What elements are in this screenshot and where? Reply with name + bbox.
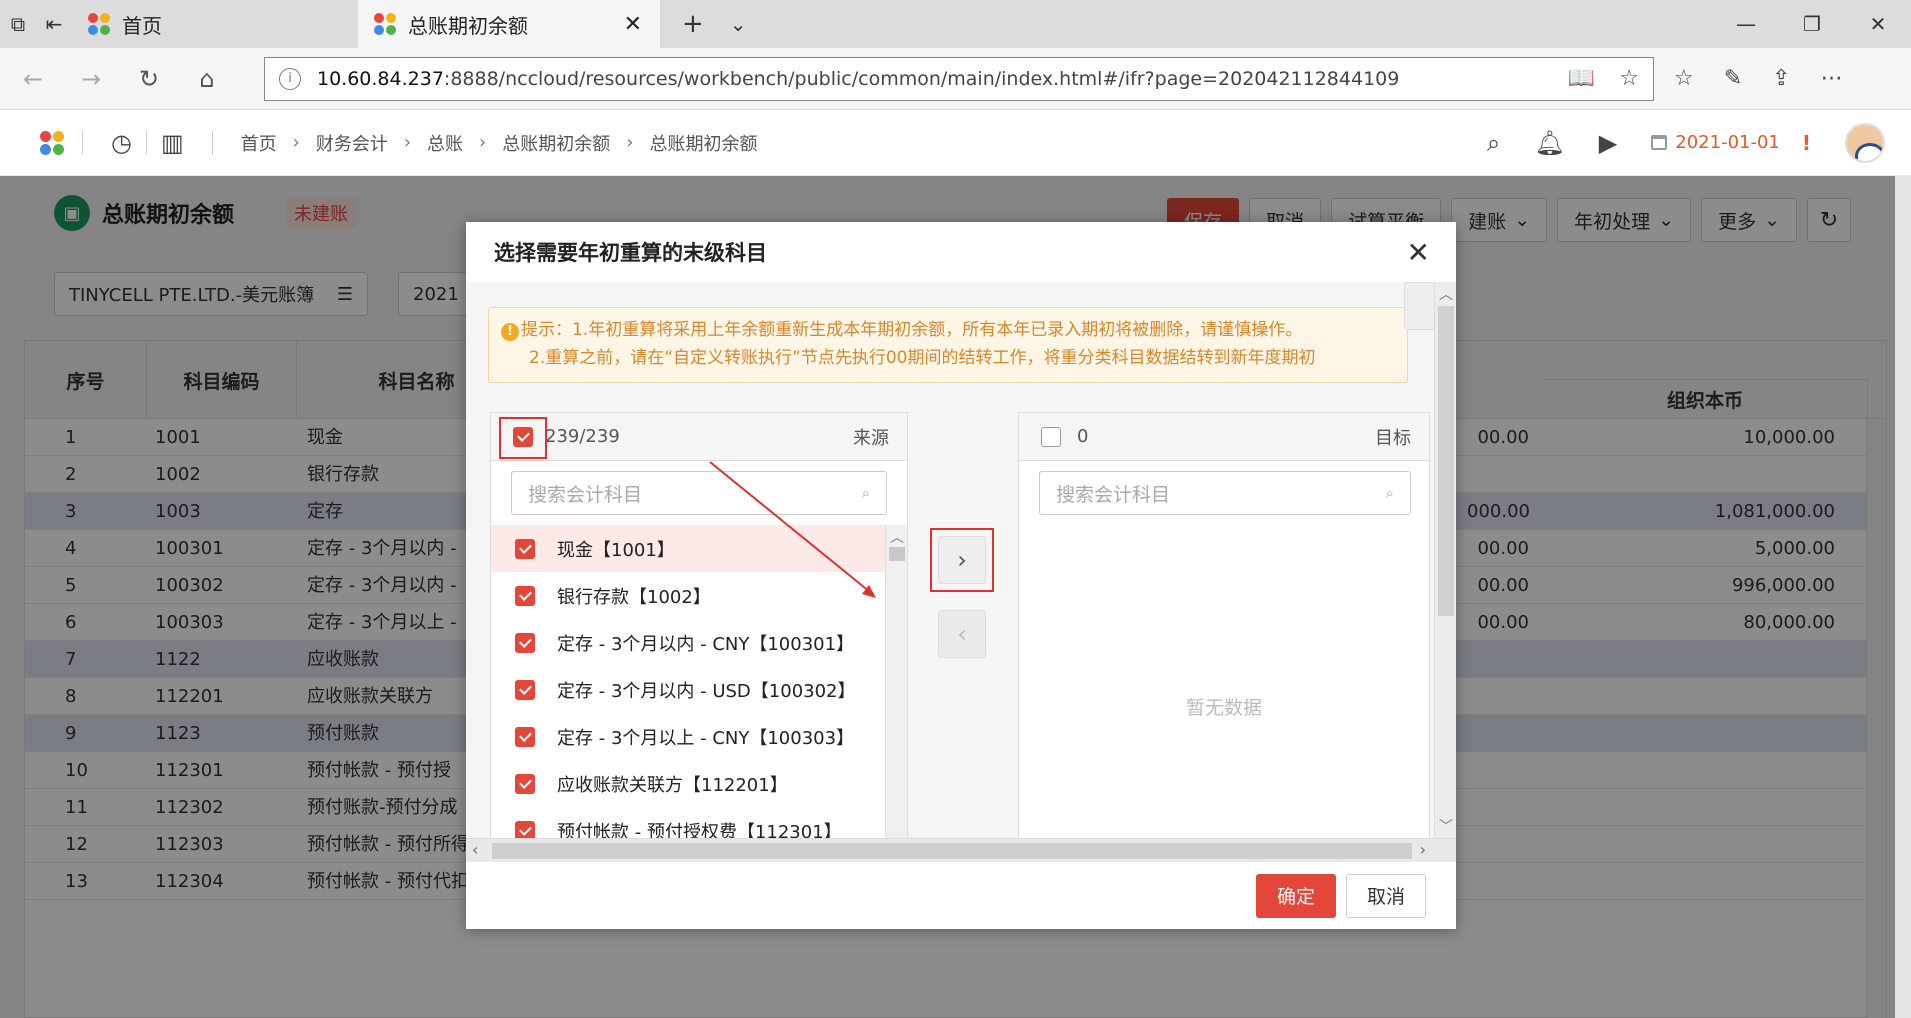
chevron-right-icon[interactable]: ›: [1420, 840, 1426, 859]
divider: [211, 130, 213, 155]
dialog-title: 选择需要年初重算的末级科目: [494, 241, 767, 265]
chevron-down-icon[interactable]: ⌄: [730, 12, 747, 36]
bell-icon[interactable]: 🔔︎: [1534, 129, 1564, 157]
more-icon[interactable]: ⋯: [1821, 66, 1843, 91]
business-date[interactable]: 2021-01-01: [1651, 132, 1780, 153]
breadcrumb-item[interactable]: 总账期初余额: [502, 130, 610, 156]
forward-icon[interactable]: →: [62, 65, 120, 93]
restore-icon[interactable]: ❐: [1779, 0, 1845, 48]
chevron-up-icon[interactable]: ︿: [1435, 284, 1456, 304]
reading-view-icon[interactable]: 📖: [1568, 66, 1595, 91]
info-icon[interactable]: i: [279, 67, 301, 90]
dialog-vscrollbar[interactable]: ︿ ﹀: [1434, 282, 1456, 838]
select-accounts-dialog: 选择需要年初重算的末级科目 ✕ ! 提示：1.年初重算将采用上年余额重新生成本年期…: [466, 222, 1456, 929]
breadcrumb: 首页 › 财务会计 › 总账 › 总账期初余额 › 总账期初余额: [241, 130, 758, 156]
share-icon[interactable]: ⇪: [1772, 66, 1790, 91]
divider: [145, 130, 147, 155]
favorites-icon[interactable]: ☆: [1674, 66, 1694, 91]
confirm-button[interactable]: 确定: [1255, 873, 1336, 918]
refresh-icon[interactable]: ↻: [120, 65, 178, 93]
page-scrollbar[interactable]: [1895, 176, 1911, 1018]
breadcrumb-item[interactable]: 总账: [427, 130, 463, 156]
app-logo-icon: [374, 13, 396, 35]
app-header: ◷ ▥ 首页 › 财务会计 › 总账 › 总账期初余额 › 总账期初余额 ⌕ 🔔…: [0, 110, 1911, 176]
new-tab-icon[interactable]: +: [682, 9, 704, 39]
address-bar[interactable]: i 10.60.84.237 :8888/nccloud/resources/w…: [264, 56, 1654, 101]
close-tab-icon[interactable]: ✕: [624, 12, 642, 37]
browser-tab-home[interactable]: 首页: [72, 0, 358, 48]
tab-label: 总账期初余额: [408, 13, 528, 38]
home-icon[interactable]: ⌂: [178, 65, 236, 93]
tab-manager-icon[interactable]: ⧉: [0, 0, 36, 48]
play-icon[interactable]: ▶: [1599, 129, 1617, 157]
pen-icon[interactable]: ✎: [1724, 66, 1742, 91]
close-icon[interactable]: ✕: [1407, 236, 1430, 269]
dialog-hscrollbar[interactable]: ‹ ›: [466, 838, 1456, 862]
date-text: 2021-01-01: [1675, 132, 1780, 153]
browser-tab-active[interactable]: 总账期初余额 ✕: [358, 0, 660, 48]
breadcrumb-item[interactable]: 财务会计: [316, 130, 388, 156]
building-icon[interactable]: ▥: [161, 129, 184, 157]
avatar[interactable]: [1845, 122, 1885, 163]
divider: [82, 130, 83, 155]
url-host: 10.60.84.237: [317, 67, 444, 90]
breadcrumb-item[interactable]: 首页: [241, 130, 277, 156]
url-path: :8888/nccloud/resources/workbench/public…: [443, 67, 1400, 90]
app-logo-icon: [88, 13, 110, 35]
favorite-star-icon[interactable]: ☆: [1619, 66, 1639, 91]
browser-tab-bar: ⧉ ⇤ 首页 总账期初余额 ✕ + ⌄ — ❐ ✕: [0, 0, 1911, 48]
search-icon[interactable]: ⌕: [1487, 129, 1500, 157]
alert-indicator[interactable]: !: [1802, 131, 1811, 155]
annotation-arrow: [709, 461, 876, 598]
tab-back-icon[interactable]: ⇤: [36, 0, 72, 48]
dialog-cancel-button[interactable]: 取消: [1345, 873, 1426, 918]
calendar-icon: [1651, 135, 1668, 150]
scroll-thumb[interactable]: [1438, 306, 1454, 616]
tab-label: 首页: [122, 13, 162, 38]
app-logo-icon[interactable]: [40, 130, 64, 155]
breadcrumb-item: 总账期初余额: [649, 133, 758, 155]
chevron-right-icon: ›: [403, 132, 412, 153]
back-icon[interactable]: ←: [4, 65, 62, 93]
chevron-right-icon: ›: [479, 132, 487, 153]
clock-icon[interactable]: ◷: [111, 129, 132, 157]
chevron-down-icon[interactable]: ﹀: [1435, 816, 1456, 836]
chevron-left-icon[interactable]: ‹: [472, 840, 478, 859]
minimize-icon[interactable]: —: [1713, 0, 1779, 48]
chevron-right-icon: ›: [292, 132, 300, 153]
chevron-right-icon: ›: [626, 132, 634, 153]
close-window-icon[interactable]: ✕: [1845, 0, 1911, 48]
scroll-thumb[interactable]: [492, 843, 1412, 859]
browser-nav-bar: ← → ↻ ⌂ i 10.60.84.237 :8888/nccloud/res…: [0, 48, 1911, 110]
